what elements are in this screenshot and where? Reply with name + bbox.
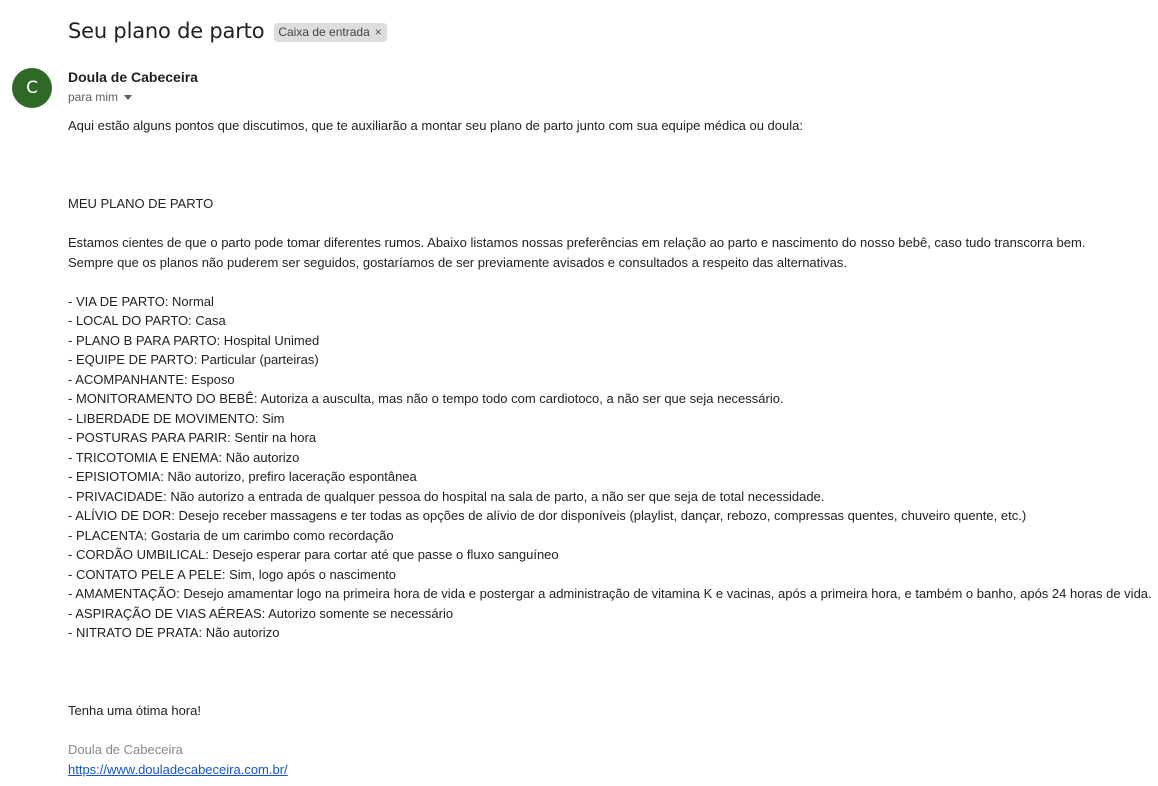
signature-name: Doula de Cabeceira (68, 742, 183, 757)
list-item: - MONITORAMENTO DO BEBÊ: Autoriza a ausc… (68, 391, 784, 406)
chevron-down-icon[interactable] (124, 94, 133, 100)
sender-name[interactable]: Doula de Cabeceira (68, 69, 198, 85)
list-item: - AMAMENTAÇÃO: Desejo amamentar logo na … (68, 586, 1152, 601)
list-item: - PRIVACIDADE: Não autorizo a entrada de… (68, 488, 825, 504)
list-item: - ACOMPANHANTE: Esposo (68, 371, 235, 387)
list-item: - EPISIOTOMIA: Não autorizo, prefiro lac… (68, 469, 417, 484)
list-item: - PLACENTA: Gostaria de um carimbo como … (68, 527, 394, 543)
recipient-details-toggle[interactable]: para mim (68, 90, 133, 104)
list-item: - PLANO B PARA PARTO: Hospital Unimed (68, 332, 320, 348)
email-body: Aqui estão alguns pontos que discutimos,… (68, 116, 1158, 779)
body-heading: MEU PLANO DE PARTO (68, 196, 214, 211)
list-item: - ASPIRAÇÃO DE VIAS AÉREAS: Autorizo som… (68, 605, 454, 621)
list-item: - TRICOTOMIA E ENEMA: Não autorizo (68, 449, 300, 465)
body-paragraph-line: Sempre que os planos não puderem ser seg… (68, 254, 848, 270)
list-item: - VIA DE PARTO: Normal (68, 293, 214, 309)
email-subject-row: Seu plano de parto Caixa de entrada × (68, 19, 387, 43)
remove-label-icon[interactable]: × (375, 25, 382, 39)
avatar-initial: C (26, 78, 38, 98)
body-closing: Tenha uma ótima hora! (68, 703, 201, 718)
list-item: - POSTURAS PARA PARIR: Sentir na hora (68, 430, 317, 445)
sender-avatar[interactable]: C (12, 68, 52, 108)
email-subject: Seu plano de parto (68, 19, 265, 43)
birth-plan-list: - VIA DE PARTO: Normal - LOCAL DO PARTO:… (68, 292, 1158, 643)
body-intro: Aqui estão alguns pontos que discutimos,… (68, 118, 803, 133)
list-item: - LOCAL DO PARTO: Casa (68, 313, 226, 328)
body-paragraph-line: Estamos cientes de que o parto pode toma… (68, 235, 1086, 250)
list-item: - CORDÃO UMBILICAL: Desejo esperar para … (68, 547, 559, 562)
signature-website-link[interactable]: https://www.douladecabeceira.com.br/ (68, 762, 288, 777)
list-item: - LIBERDADE DE MOVIMENTO: Sim (68, 410, 285, 426)
inbox-label-chip[interactable]: Caixa de entrada × (274, 22, 387, 42)
list-item: - EQUIPE DE PARTO: Particular (parteiras… (68, 352, 319, 367)
list-item: - ALÍVIO DE DOR: Desejo receber massagen… (68, 508, 1027, 523)
inbox-label-text: Caixa de entrada (278, 24, 370, 39)
recipient-text: para mim (68, 90, 119, 104)
list-item: - CONTATO PELE A PELE: Sim, logo após o … (68, 566, 397, 582)
list-item: - NITRATO DE PRATA: Não autorizo (68, 625, 280, 640)
